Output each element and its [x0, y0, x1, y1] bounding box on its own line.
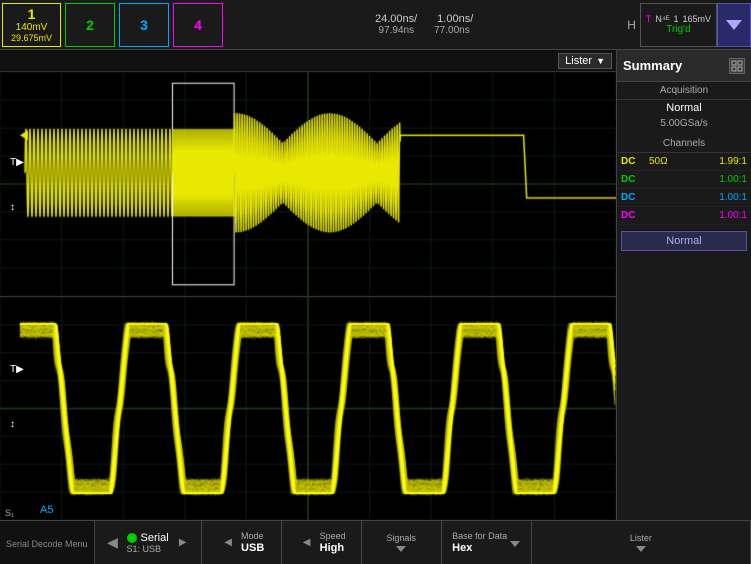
ch2-badge[interactable]: 2 — [65, 3, 115, 47]
ch3-badge[interactable]: 3 — [119, 3, 169, 47]
scope-display: Lister ▼ T▶ ↕ T▶ ↕ A5 S₁ — [0, 50, 616, 520]
s1-label: S₁ — [5, 508, 14, 518]
timing-info: 24.00ns/ 1.00ns/ 97.94ns 77.00ns — [225, 13, 623, 36]
bottom-toolbar: Serial Decode Menu ◀ Serial S1: USB ▶ ◀ … — [0, 520, 751, 564]
summary-header[interactable]: Summary — [617, 50, 751, 82]
mode-left-arrow[interactable]: ◀ — [218, 533, 238, 553]
waveform-top: T▶ ↕ — [0, 72, 616, 297]
channels-section-title: Channels — [617, 135, 751, 153]
trigger-info: T N⁴ᴱ 1 165mV Trig'd — [640, 3, 717, 47]
normal-text: Normal — [666, 235, 701, 247]
t-marker-top: T▶ — [10, 157, 24, 168]
time3: 97.94ns — [379, 25, 415, 36]
mode-label: Mode — [241, 531, 264, 541]
main-area: Lister ▼ T▶ ↕ T▶ ↕ A5 S₁ Summary — [0, 50, 751, 520]
lister-down-arrow — [636, 546, 646, 552]
signals-label: Signals — [386, 533, 416, 543]
ch4-badge[interactable]: 4 — [173, 3, 223, 47]
ch2-dc-label: DC — [621, 174, 649, 185]
ch1-dc-label: DC — [621, 156, 649, 167]
ch3-dc-label: DC — [621, 192, 649, 203]
bottom-waveform-canvas — [0, 297, 616, 521]
trig-t-label: T — [646, 14, 652, 24]
top-waveform-canvas — [0, 72, 616, 296]
ch1-summary-row: DC 50Ω 1.99:1 — [617, 153, 751, 171]
lister-bar: Lister ▼ — [0, 50, 616, 72]
a5-label: A5 — [40, 504, 53, 516]
right-panel: Summary Acquisition Normal 5.00GSa/s Cha… — [616, 50, 751, 520]
header: 1 140mV 29.675mV 2 3 4 24.00ns/ 1.00ns/ … — [0, 0, 751, 50]
speed-section[interactable]: ◀ Speed High — [282, 521, 362, 564]
waveform-bottom: T▶ ↕ A5 S₁ — [0, 297, 616, 521]
time4: 77.00ns — [434, 25, 470, 36]
summary-title: Summary — [623, 58, 682, 73]
ch3-summary-row: DC 1.00:1 — [617, 189, 751, 207]
acquisition-mode: Normal — [617, 100, 751, 116]
ch4-number: 4 — [194, 17, 202, 33]
acquisition-section-title: Acquisition — [617, 82, 751, 100]
ch3-probe: 1.00:1 — [649, 192, 747, 203]
ch4-summary-row: DC 1.00:1 — [617, 207, 751, 225]
lister-chevron-icon: ▼ — [596, 56, 605, 66]
serial-decode-menu-label: Serial Decode Menu — [0, 521, 95, 564]
ch3-number: 3 — [140, 17, 148, 33]
lister-section[interactable]: Lister — [532, 521, 751, 564]
normal-badge: Normal — [621, 231, 747, 251]
serial-right-arrow[interactable]: ▶ — [173, 533, 193, 553]
serial-left-arrow[interactable]: ◀ — [103, 533, 123, 553]
lister-toolbar-label: Lister — [630, 533, 652, 543]
ch1-badge[interactable]: 1 140mV 29.675mV — [2, 3, 61, 47]
t-marker-bottom: T▶ — [10, 364, 24, 375]
grid-icon — [731, 60, 743, 72]
ch4-probe: 1.00:1 — [649, 210, 747, 221]
summary-icon[interactable] — [729, 58, 745, 74]
lister-button[interactable]: Lister ▼ — [558, 53, 612, 69]
ch1-value2: 29.675mV — [11, 33, 52, 43]
sample-rate: 5.00GSa/s — [617, 116, 751, 131]
serial-green-dot — [127, 533, 137, 543]
h-label: H — [623, 18, 640, 32]
trig-status: Trig'd — [666, 24, 690, 35]
ch2-probe: 1.00:1 — [649, 174, 747, 185]
serial-indicator: Serial — [127, 532, 169, 544]
base-label: Base for Data — [452, 531, 507, 541]
ch1-number: 1 — [28, 6, 36, 22]
signals-section[interactable]: Signals — [362, 521, 442, 564]
mode-value: USB — [241, 542, 264, 554]
base-section[interactable]: Base for Data Hex — [442, 521, 532, 564]
ch2-summary-row: DC 1.00:1 — [617, 171, 751, 189]
trig-nstar: N⁴ᴱ — [655, 14, 669, 24]
timebase2: 1.00ns/ — [437, 13, 473, 25]
t-marker-top2: ↕ — [10, 202, 15, 213]
timebase1: 24.00ns/ — [375, 13, 417, 25]
acq-button[interactable] — [717, 3, 751, 47]
trig-num: 1 — [673, 14, 678, 24]
t-marker-bottom2: ↕ — [10, 419, 15, 430]
ch1-probe: 1.99:1 — [672, 156, 747, 167]
ch1-value1: 140mV — [16, 22, 48, 33]
serial-section[interactable]: ◀ Serial S1: USB ▶ — [95, 521, 202, 564]
base-value: Hex — [452, 542, 507, 554]
speed-left-arrow[interactable]: ◀ — [297, 533, 317, 553]
ch4-dc-label: DC — [621, 210, 649, 221]
ch2-number: 2 — [86, 17, 94, 33]
lister-label: Lister — [565, 55, 592, 67]
ch1-imp: 50Ω — [649, 156, 668, 167]
signals-down-arrow — [396, 546, 406, 552]
speed-label: Speed — [320, 531, 346, 541]
base-down-arrow — [510, 541, 520, 547]
trig-mv: 165mV — [682, 14, 711, 24]
acq-icon — [724, 15, 744, 35]
speed-value: High — [320, 542, 346, 554]
serial-label: Serial — [141, 532, 169, 544]
serial-sub: S1: USB — [127, 544, 169, 554]
mode-section[interactable]: ◀ Mode USB — [202, 521, 282, 564]
